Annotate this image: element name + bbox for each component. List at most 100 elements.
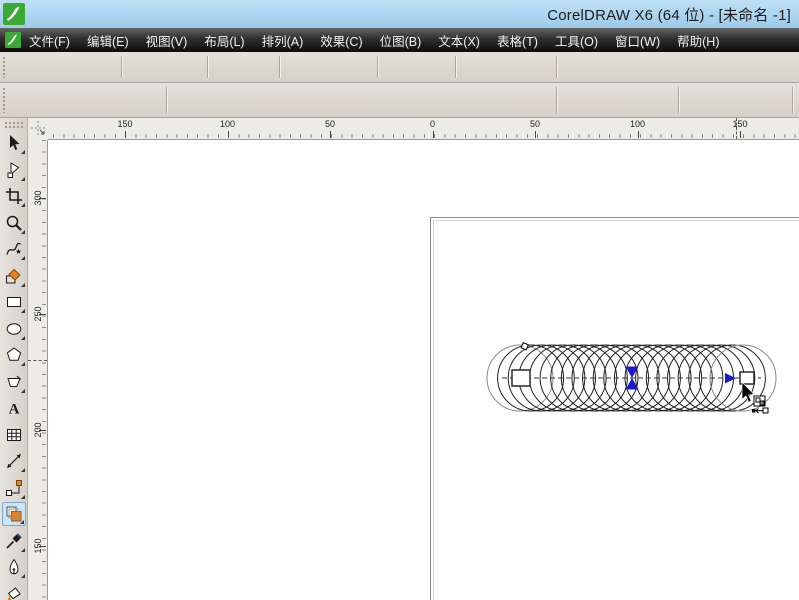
propbar-separator — [166, 87, 168, 113]
vertical-ruler[interactable]: 300 250 200 150 — [28, 140, 48, 600]
ruler-major-tick — [637, 131, 639, 138]
freehand-tool[interactable] — [2, 237, 26, 261]
flyout-indicator — [20, 150, 25, 154]
ruler-major-tick — [432, 131, 434, 138]
flyout-indicator — [20, 574, 25, 578]
flyout-indicator — [20, 176, 25, 181]
propbar-separator — [678, 87, 680, 113]
text-tool-icon: A — [8, 402, 19, 418]
menu-item-tools[interactable]: 工具(O) — [555, 31, 598, 50]
ruler-major-tick — [535, 131, 536, 138]
connector-tool[interactable] — [2, 476, 26, 500]
basic-shapes-tool[interactable] — [2, 370, 26, 394]
ellipse-tool[interactable] — [2, 317, 26, 341]
flyout-indicator — [20, 494, 25, 499]
ruler-label: 50 — [529, 119, 541, 129]
pick-tool[interactable] — [2, 131, 26, 155]
toolbar-separator — [455, 56, 457, 78]
blend-step-circle — [635, 344, 703, 412]
title-bar: CorelDRAW X6 (64 位) - [未命名 -1] — [0, 0, 799, 28]
blend-tool[interactable] — [1, 502, 26, 526]
menu-item-table[interactable]: 表格(T) — [497, 31, 538, 50]
coreldraw-window: CorelDRAW X6 (64 位) - [未命名 -1] 文件(F) 编辑(E… — [0, 0, 799, 600]
control-node-handle[interactable] — [520, 342, 529, 351]
ruler-major-tick — [330, 131, 331, 138]
toolbar-separator — [279, 56, 281, 78]
flyout-indicator — [20, 229, 25, 234]
dimension-tool[interactable] — [2, 449, 26, 473]
standard-toolbar: ▾ ▾ ▾ 54% ▾ 贴齐(P) ▾ — [0, 52, 799, 130]
coreldraw-logo-small-icon — [5, 32, 21, 48]
drawing-canvas[interactable] — [48, 140, 799, 600]
toolbar-separator — [377, 56, 379, 78]
ruler-minor-ticks — [42, 140, 46, 600]
ruler-label: 150 — [732, 119, 748, 129]
blend-start-handle[interactable] — [511, 369, 531, 387]
table-tool[interactable] — [2, 423, 26, 447]
flyout-indicator — [20, 362, 25, 366]
blend-step-circle — [571, 344, 639, 412]
flyout-indicator — [20, 388, 25, 393]
ruler-origin-corner[interactable] — [28, 118, 48, 140]
menu-item-edit[interactable]: 编辑(E) — [87, 31, 129, 50]
menu-item-file[interactable]: 文件(F) — [29, 31, 70, 50]
text-tool[interactable]: A — [2, 396, 26, 420]
toolbar-drag-handle[interactable] — [2, 56, 7, 78]
flyout-indicator — [20, 309, 25, 313]
menu-bar: 文件(F) 编辑(E) 视图(V) 布局(L) 排列(A) 效果(C) 位图(B) 文本(X)… — [0, 28, 799, 52]
property-bar-drag-handle[interactable] — [2, 87, 7, 113]
ruler-label: 0 — [429, 119, 436, 129]
fill-tool[interactable] — [2, 582, 26, 600]
flyout-indicator — [19, 520, 24, 524]
flyout-indicator — [20, 468, 25, 472]
ruler-label: 300 — [32, 190, 43, 206]
horizontal-ruler[interactable]: 150 100 50 0 50 100 150 — [48, 118, 799, 140]
ruler-major-tick — [125, 131, 126, 138]
toolbar-separator — [207, 56, 209, 78]
ruler-origin-icon — [31, 121, 45, 135]
toolbox: A — [0, 118, 28, 600]
propbar-separator — [792, 87, 794, 113]
blend-step-circle — [667, 344, 735, 412]
smart-fill-tool[interactable] — [2, 264, 26, 288]
ruler-label: 250 — [32, 306, 43, 322]
crop-tool[interactable] — [2, 184, 26, 208]
menu-item-layout[interactable]: 布局(L) — [204, 31, 244, 50]
flyout-indicator — [20, 547, 25, 552]
coreldraw-logo-icon — [3, 3, 25, 25]
table-tool-icon — [6, 428, 21, 441]
menu-item-window[interactable]: 窗口(W) — [615, 31, 660, 50]
menu-item-bitmaps[interactable]: 位图(B) — [380, 31, 422, 50]
flyout-indicator — [20, 203, 25, 207]
menu-item-effects[interactable]: 效果(C) — [320, 31, 362, 50]
ruler-label: 100 — [219, 119, 236, 129]
ruler-label: 100 — [629, 119, 646, 129]
color-eyedropper-tool[interactable] — [2, 529, 26, 553]
ruler-minor-ticks — [48, 134, 799, 138]
toolbar-separator — [556, 56, 558, 78]
menu-item-view[interactable]: 视图(V) — [146, 31, 188, 50]
menu-item-help[interactable]: 帮助(H) — [677, 31, 719, 50]
blend-step-circle — [603, 344, 671, 412]
blend-object — [486, 342, 777, 414]
zoom-tool[interactable] — [2, 211, 26, 235]
flyout-indicator — [20, 335, 25, 340]
ruler-major-tick — [740, 131, 741, 138]
toolbox-drag-handle[interactable] — [4, 121, 23, 129]
toolbar-separator — [121, 56, 123, 78]
menu-item-arrange[interactable]: 排列(A) — [262, 31, 304, 50]
shape-tool[interactable] — [2, 158, 26, 182]
ruler-label: 150 — [32, 538, 43, 554]
ruler-major-tick — [227, 131, 229, 138]
ruler-label: 200 — [32, 422, 43, 438]
flyout-indicator — [20, 256, 25, 260]
property-bar: 预设... ▾ x: y: ↔ ↕ # — [0, 83, 799, 200]
flyout-indicator — [20, 282, 25, 287]
ruler-label: 150 — [117, 119, 133, 129]
menu-item-text[interactable]: 文本(X) — [438, 31, 480, 50]
rectangle-tool[interactable] — [2, 290, 26, 314]
fill-tool-icon — [7, 586, 21, 600]
outline-pen-tool[interactable] — [2, 555, 26, 579]
polygon-tool[interactable] — [2, 343, 26, 367]
blend-end-arrow[interactable] — [725, 373, 736, 384]
